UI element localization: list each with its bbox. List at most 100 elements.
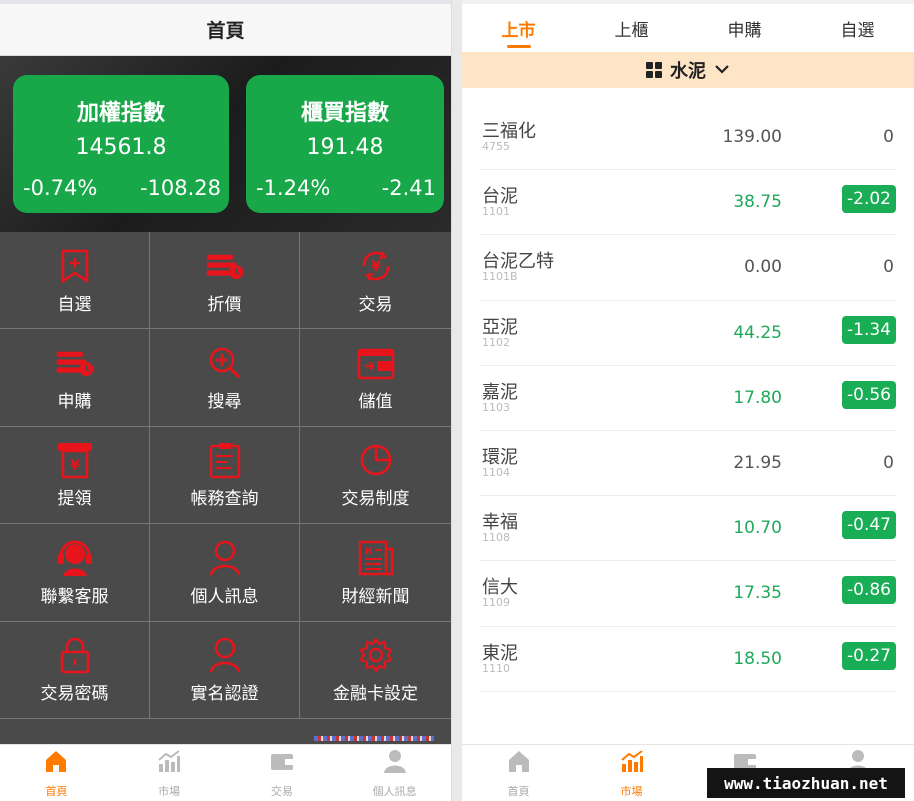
stock-price: 0.00 xyxy=(744,257,782,278)
pie-chart-icon xyxy=(356,440,396,480)
menu-item-label: 帳務查詢 xyxy=(190,489,259,510)
menu-item[interactable]: N 財經新聞 xyxy=(300,524,451,622)
atm-withdraw-icon: ¥ xyxy=(55,440,95,480)
newspaper-icon: N xyxy=(356,538,396,578)
stock-price: 44.25 xyxy=(733,322,782,343)
menu-item[interactable]: ¥ 提領 xyxy=(0,426,150,525)
tab-market-chart[interactable]: 市場 xyxy=(113,745,226,801)
menu-item[interactable]: 金融卡設定 xyxy=(300,622,451,719)
menu-item-label: 搜尋 xyxy=(207,392,242,413)
tab-home[interactable]: 首頁 xyxy=(462,745,575,801)
site-watermark: www.tiaozhuan.net xyxy=(707,768,905,798)
home-screen: 首頁 加權指數 14561.8 -0.74% -108.28 櫃買指數 191.… xyxy=(0,0,452,801)
index-title: 櫃買指數 xyxy=(300,101,389,126)
stock-row[interactable]: 環泥 1104 21.95 0 xyxy=(480,431,896,497)
menu-item[interactable]: 個人訊息 xyxy=(150,524,300,622)
market-chart-icon xyxy=(619,748,645,783)
menu-item-label: 提領 xyxy=(57,489,92,510)
menu-item-label: 自選 xyxy=(57,294,92,315)
menu-item-label: 折價 xyxy=(207,294,242,315)
tab-wallet[interactable]: 交易 xyxy=(226,745,339,801)
stock-row[interactable]: 幸福 1108 10.70 -0.47 xyxy=(480,496,896,562)
menu-item[interactable]: 申購 xyxy=(0,329,150,427)
stock-price: 10.70 xyxy=(733,518,782,539)
ledger-icon xyxy=(205,440,245,480)
menu-item-label: 金融卡設定 xyxy=(333,684,418,705)
stock-code: 1102 xyxy=(482,335,510,349)
menu-item[interactable]: 帳務查詢 xyxy=(150,426,300,525)
stock-price: 21.95 xyxy=(733,452,782,473)
market-tab[interactable]: 上櫃 xyxy=(575,4,688,52)
stock-row[interactable]: 台泥乙特 1101B 0.00 0 xyxy=(480,235,896,301)
menu-item-label: 個人訊息 xyxy=(190,586,259,607)
subscribe-icon xyxy=(55,343,95,383)
stock-change: -0.56 xyxy=(842,380,896,409)
market-screen: 上市 上櫃 申購 自選 水泥 三福化 4755 139.00 0 台泥 1101 38… xyxy=(462,0,914,801)
tab-home[interactable]: 首頁 xyxy=(0,745,113,801)
category-label: 水泥 xyxy=(670,61,706,82)
stock-price: 18.50 xyxy=(733,648,782,669)
menu-item-label: 實名認證 xyxy=(190,684,259,705)
svg-text:¥: ¥ xyxy=(70,458,80,474)
stock-row[interactable]: 三福化 4755 139.00 0 xyxy=(480,105,896,171)
menu-item[interactable]: 自選 xyxy=(0,232,150,330)
grid-icon xyxy=(646,62,662,78)
menu-item[interactable]: 聯繫客服 xyxy=(0,524,150,622)
stock-code: 1110 xyxy=(482,661,510,675)
stock-row[interactable]: 亞泥 1102 44.25 -1.34 xyxy=(480,301,896,366)
stock-change: 0 xyxy=(883,452,894,473)
stock-change: -1.34 xyxy=(842,315,896,344)
menu-item[interactable]: 儲值 xyxy=(300,329,451,427)
index-banner: 加權指數 14561.8 -0.74% -108.28 櫃買指數 191.48 … xyxy=(0,56,451,232)
menu-item[interactable]: 折價 xyxy=(150,232,300,330)
chevron-down-icon xyxy=(714,62,730,78)
svg-text:N: N xyxy=(365,547,373,557)
search-icon xyxy=(205,343,245,383)
otc-index-card[interactable]: 櫃買指數 191.48 -1.24% -2.41 xyxy=(246,75,444,213)
user-icon xyxy=(382,748,408,783)
svg-text:¥: ¥ xyxy=(371,259,381,275)
index-percent-change: -0.74% xyxy=(23,176,98,200)
menu-item[interactable]: 搜尋 xyxy=(150,329,300,427)
stock-row[interactable]: 台泥 1101 38.75 -2.02 xyxy=(480,170,896,236)
menu-item-label: 儲值 xyxy=(358,392,393,413)
tab-label: 市場 xyxy=(620,785,643,798)
menu-item[interactable]: ¥ 交易 xyxy=(300,232,451,330)
stock-code: 1101 xyxy=(482,205,510,219)
index-percent-change: -1.24% xyxy=(256,176,331,200)
stock-code: 4755 xyxy=(482,140,510,153)
tab-label: 交易 xyxy=(270,785,293,798)
market-chart-icon xyxy=(156,748,182,783)
stock-price: 17.35 xyxy=(733,583,782,604)
feature-menu-grid: 自選 折價 ¥ 交易 申購 搜尋 儲值 ¥ 提領 帳務查詢 交易制度 聯繫客服 個人… xyxy=(0,232,451,719)
tab-user[interactable]: 個人訊息 xyxy=(338,745,451,801)
user-verify-icon xyxy=(205,635,245,675)
user-icon xyxy=(205,538,245,578)
menu-item-label: 申購 xyxy=(57,392,92,413)
lock-icon xyxy=(55,635,95,675)
stock-row[interactable]: 信大 1109 17.35 -0.86 xyxy=(480,561,896,627)
menu-item-label: 交易密碼 xyxy=(40,684,109,705)
stock-row[interactable]: 東泥 1110 18.50 -0.27 xyxy=(480,627,896,692)
stock-row[interactable]: 嘉泥 1103 17.80 -0.56 xyxy=(480,366,896,431)
market-tab[interactable]: 上市 xyxy=(462,4,575,52)
stock-change: -0.27 xyxy=(842,641,896,670)
market-tab[interactable]: 申購 xyxy=(688,4,801,52)
menu-item[interactable]: 交易制度 xyxy=(300,427,451,525)
stock-list: 三福化 4755 139.00 0 台泥 1101 38.75 -2.02 台泥… xyxy=(462,105,914,692)
taiex-index-card[interactable]: 加權指數 14561.8 -0.74% -108.28 xyxy=(13,75,229,213)
stock-change: -2.02 xyxy=(842,185,896,214)
index-value: 14561.8 xyxy=(75,135,167,160)
bookmark-icon xyxy=(55,246,95,286)
home-icon xyxy=(506,748,532,783)
market-tab[interactable]: 自選 xyxy=(801,4,914,52)
category-selector[interactable]: 水泥 xyxy=(462,52,914,88)
menu-item[interactable]: 實名認證 xyxy=(150,621,300,719)
menu-item[interactable]: 交易密碼 xyxy=(0,621,150,719)
wallet-icon xyxy=(269,748,295,783)
ad-strip xyxy=(0,720,451,744)
tab-market-chart[interactable]: 市場 xyxy=(575,745,688,801)
tab-label: 首頁 xyxy=(45,785,68,798)
menu-item-label: 交易 xyxy=(358,294,393,315)
stock-change: -0.86 xyxy=(842,576,896,605)
